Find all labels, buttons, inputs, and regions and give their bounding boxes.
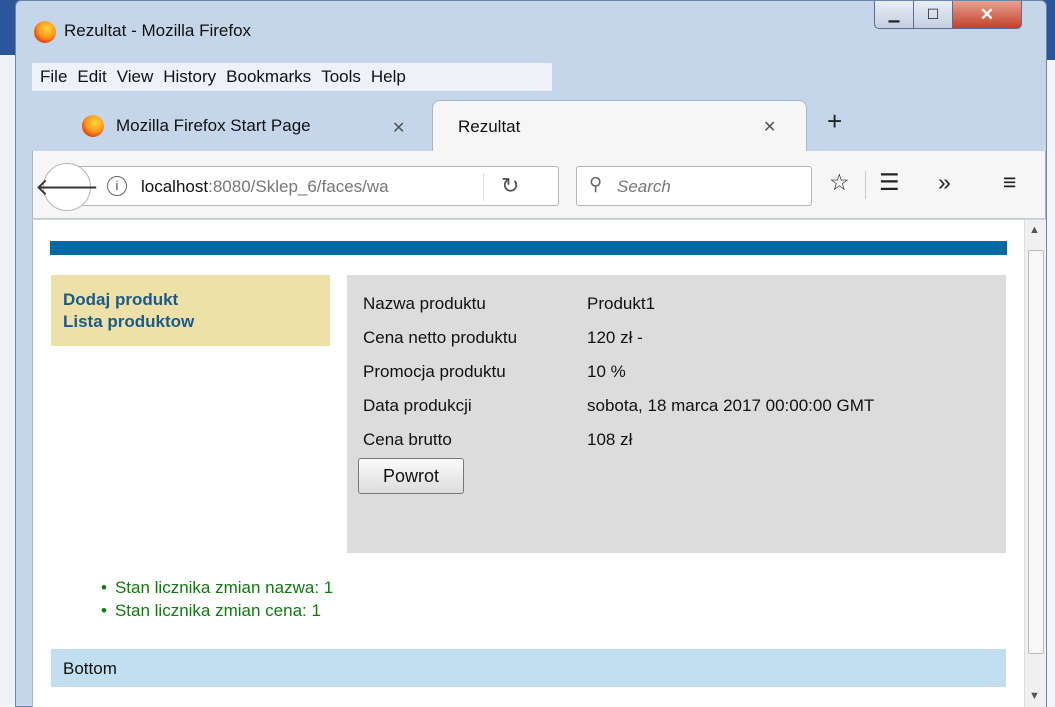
tab-rezultat[interactable]: Rezultat ✕ bbox=[432, 100, 807, 154]
info-icon[interactable]: i bbox=[107, 176, 127, 196]
toolbar-separator bbox=[865, 171, 866, 199]
firefox-tab-icon bbox=[82, 115, 104, 137]
tab-start-page-label: Mozilla Firefox Start Page bbox=[116, 116, 311, 135]
overflow-chevron-icon[interactable]: » bbox=[938, 169, 951, 196]
row-label: Nazwa produktu bbox=[363, 294, 486, 313]
vertical-scrollbar[interactable]: ▲ ▼ bbox=[1024, 220, 1046, 707]
row-value: 120 zł - bbox=[587, 328, 643, 347]
row-cena-brutto: Cena brutto 108 zł bbox=[363, 430, 632, 450]
scrollbar-thumb[interactable] bbox=[1028, 250, 1044, 654]
window-title: Rezultat - Mozilla Firefox bbox=[64, 21, 252, 40]
url-host: localhost bbox=[141, 177, 209, 196]
row-value: 10 % bbox=[587, 362, 626, 381]
powrot-button[interactable]: Powrot bbox=[358, 458, 464, 494]
left-menu: Dodaj produkt Lista produktow bbox=[51, 275, 330, 346]
scroll-down-icon[interactable]: ▼ bbox=[1029, 690, 1040, 702]
row-cena-netto: Cena netto produktu 120 zł - bbox=[363, 328, 643, 348]
row-label: Cena brutto bbox=[363, 430, 452, 449]
link-lista-produktow[interactable]: Lista produktow bbox=[63, 311, 318, 333]
minimize-button[interactable]: ▁ bbox=[874, 1, 914, 29]
row-promocja: Promocja produktu 10 % bbox=[363, 362, 626, 382]
close-button[interactable]: ✕ bbox=[952, 1, 1022, 29]
menu-bar: File Edit View History Bookmarks Tools H… bbox=[32, 63, 552, 91]
row-nazwa: Nazwa produktu Produkt1 bbox=[363, 294, 655, 314]
row-label: Data produkcji bbox=[363, 396, 472, 415]
menu-help[interactable]: Help bbox=[371, 67, 406, 87]
page-header-bar bbox=[50, 241, 1007, 255]
row-value: Produkt1 bbox=[587, 294, 656, 313]
tab-bar: Mozilla Firefox Start Page ✕ Rezultat ✕ … bbox=[32, 96, 1046, 154]
menu-file[interactable]: File bbox=[40, 67, 67, 87]
title-bar[interactable]: Rezultat - Mozilla Firefox ▁ ☐ ✕ bbox=[16, 1, 1046, 61]
tab-start-page[interactable]: Mozilla Firefox Start Page ✕ bbox=[62, 102, 430, 150]
link-dodaj-produkt[interactable]: Dodaj produkt bbox=[63, 289, 318, 311]
tab-rezultat-label: Rezultat bbox=[458, 117, 521, 136]
url-bar[interactable]: i localhost:8080/Sklep_6/faces/wa ↻ bbox=[71, 166, 559, 206]
maximize-button[interactable]: ☐ bbox=[913, 1, 953, 29]
reading-list-icon[interactable]: ☰ bbox=[879, 169, 900, 196]
back-button[interactable]: 🡐 bbox=[35, 163, 99, 211]
url-separator bbox=[483, 173, 484, 201]
close-tab-icon[interactable]: ✕ bbox=[392, 118, 405, 138]
menu-edit[interactable]: Edit bbox=[77, 67, 106, 87]
search-field[interactable]: ⚲ Search bbox=[576, 166, 812, 206]
navigation-bar: i localhost:8080/Sklep_6/faces/wa ↻ 🡐 ⚲ … bbox=[32, 151, 1046, 219]
new-tab-button[interactable]: + bbox=[827, 106, 842, 137]
scroll-up-icon[interactable]: ▲ bbox=[1029, 224, 1040, 236]
row-data-produkcji: Data produkcji sobota, 18 marca 2017 00:0… bbox=[363, 396, 874, 416]
menu-bookmarks[interactable]: Bookmarks bbox=[226, 67, 311, 87]
url-path: :8080/Sklep_6/faces/wa bbox=[208, 177, 389, 196]
menu-history[interactable]: History bbox=[163, 67, 216, 87]
firefox-window: Rezultat - Mozilla Firefox ▁ ☐ ✕ File Ed… bbox=[15, 0, 1047, 707]
page-viewport: Dodaj produkt Lista produktow Nazwa prod… bbox=[32, 220, 1046, 707]
reload-icon[interactable]: ↻ bbox=[501, 173, 519, 199]
menu-tools[interactable]: Tools bbox=[321, 67, 361, 87]
counter-list: Stan licznika zmian nazwa: 1 Stan liczni… bbox=[101, 576, 333, 622]
product-panel: Nazwa produktu Produkt1 Cena netto produk… bbox=[347, 275, 1006, 553]
search-icon: ⚲ bbox=[589, 174, 603, 194]
row-value: 108 zł bbox=[587, 430, 633, 449]
close-tab-icon[interactable]: ✕ bbox=[763, 117, 776, 137]
search-placeholder: Search bbox=[617, 177, 671, 196]
bookmark-star-icon[interactable]: ☆ bbox=[829, 169, 850, 196]
row-label: Promocja produktu bbox=[363, 362, 506, 381]
row-label: Cena netto produktu bbox=[363, 328, 518, 347]
hamburger-menu-icon[interactable]: ≡ bbox=[1003, 169, 1016, 196]
counter-nazwa: Stan licznika zmian nazwa: 1 bbox=[101, 576, 333, 599]
page-footer: Bottom bbox=[51, 649, 1006, 687]
counter-cena: Stan licznika zmian cena: 1 bbox=[101, 599, 333, 622]
menu-view[interactable]: View bbox=[117, 67, 154, 87]
row-value: sobota, 18 marca 2017 00:00:00 GMT bbox=[587, 396, 875, 415]
url-text[interactable]: localhost:8080/Sklep_6/faces/wa bbox=[141, 177, 481, 197]
firefox-logo-icon bbox=[34, 21, 56, 43]
